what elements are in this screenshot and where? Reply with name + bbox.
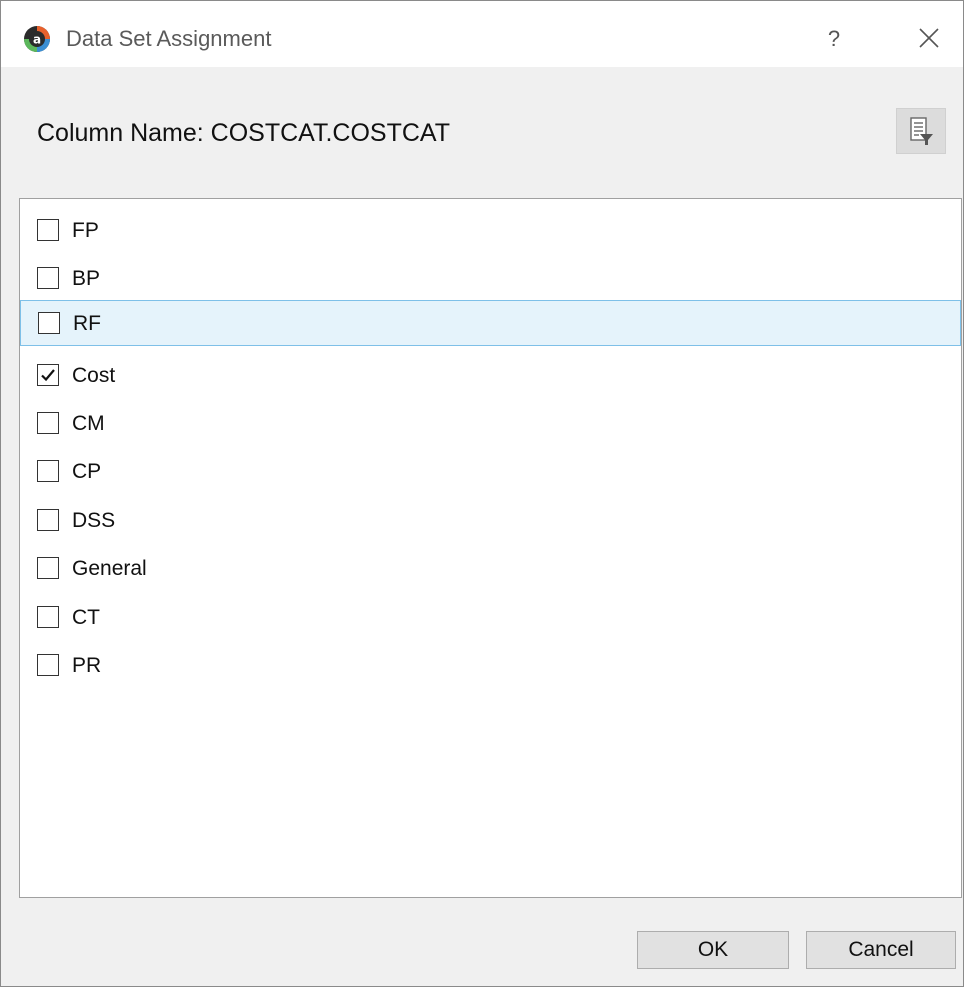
list-item-bp[interactable]: BP — [20, 256, 961, 302]
item-label: CP — [72, 460, 102, 483]
checkbox-cm[interactable] — [37, 412, 59, 434]
list-item-ct[interactable]: CT — [20, 595, 961, 641]
list-item-cost[interactable]: Cost — [20, 353, 961, 399]
window-title: Data Set Assignment — [66, 26, 272, 51]
list-item-cm[interactable]: CM — [20, 401, 961, 447]
item-label: Cost — [72, 364, 116, 387]
item-label: FP — [72, 219, 99, 242]
svg-text:a: a — [33, 33, 41, 47]
list-item-dss[interactable]: DSS — [20, 498, 961, 544]
column-name-label: Column Name: COSTCAT.COSTCAT — [37, 119, 451, 147]
checkbox-dss[interactable] — [37, 509, 59, 531]
checkbox-cost[interactable] — [37, 364, 59, 386]
dialog-window: a Data Set Assignment ? Column Name: COS… — [0, 0, 964, 987]
list-item-fp[interactable]: FP — [20, 208, 961, 254]
close-button[interactable] — [898, 19, 958, 59]
list-item-rf[interactable]: RF — [20, 300, 961, 346]
app-logo-icon: a — [23, 25, 51, 53]
item-label: General — [72, 557, 147, 580]
ok-button[interactable]: OK — [637, 931, 789, 969]
checkbox-cp[interactable] — [37, 460, 59, 482]
help-button[interactable]: ? — [809, 19, 859, 59]
item-label: BP — [72, 267, 101, 290]
cancel-button[interactable]: Cancel — [806, 931, 956, 969]
item-label: RF — [73, 312, 101, 335]
item-label: CM — [72, 412, 105, 435]
checkbox-bp[interactable] — [37, 267, 59, 289]
list-item-cp[interactable]: CP — [20, 449, 961, 495]
checkbox-rf[interactable] — [38, 312, 60, 334]
list-item-general[interactable]: General — [20, 546, 961, 592]
dialog-header: Column Name: COSTCAT.COSTCAT — [1, 67, 963, 197]
data-set-list[interactable]: FP BP RF Cost CM CP DSS General CT PR — [19, 198, 962, 898]
title-bar: a Data Set Assignment ? — [1, 1, 963, 67]
item-label: DSS — [72, 509, 116, 532]
checkbox-ct[interactable] — [37, 606, 59, 628]
list-item-pr[interactable]: PR — [20, 643, 961, 689]
checkbox-fp[interactable] — [37, 219, 59, 241]
item-label: PR — [72, 654, 102, 677]
checkbox-general[interactable] — [37, 557, 59, 579]
close-icon — [898, 28, 958, 63]
item-label: CT — [72, 606, 100, 629]
checkbox-pr[interactable] — [37, 654, 59, 676]
filter-button[interactable] — [896, 108, 946, 154]
